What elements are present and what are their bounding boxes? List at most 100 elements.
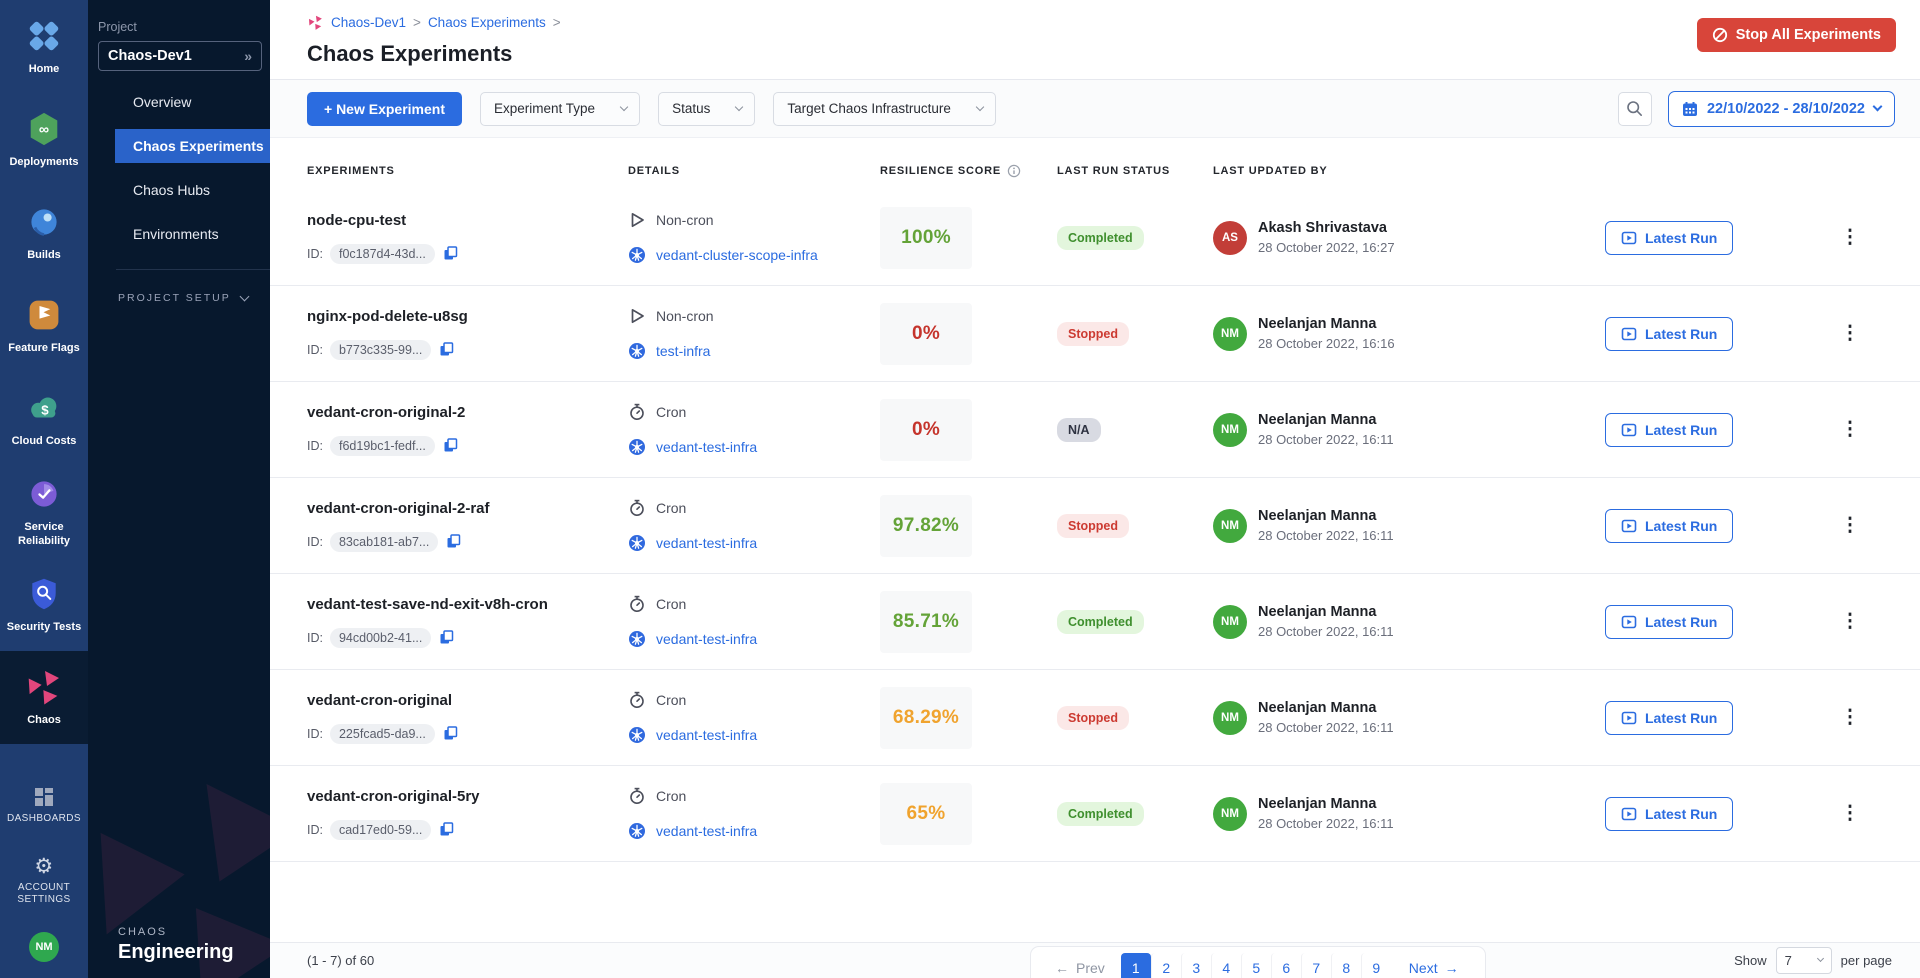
page-button[interactable]: 5	[1241, 953, 1271, 978]
experiment-id-line: ID: 225fcad5-da9...	[307, 724, 628, 744]
chevron-down-icon	[620, 102, 628, 110]
latest-run-button[interactable]: Latest Run	[1605, 701, 1733, 735]
page-button[interactable]: 8	[1331, 953, 1361, 978]
experiment-cell: vedant-cron-original ID: 225fcad5-da9...	[307, 692, 628, 744]
search-button[interactable]	[1618, 92, 1652, 126]
user-name: Neelanjan Manna	[1258, 508, 1394, 524]
table-row: vedant-cron-original-2 ID: f6d19bc1-fedf…	[270, 382, 1920, 478]
row-menu-kebab-icon[interactable]: ⋮	[1805, 612, 1895, 631]
copy-icon[interactable]	[445, 533, 462, 550]
latest-run-button[interactable]: Latest Run	[1605, 413, 1733, 447]
page-button[interactable]: 2	[1151, 953, 1181, 978]
kubernetes-icon	[628, 822, 646, 840]
sidebar-item-overview[interactable]: Overview	[88, 85, 270, 119]
user-name: Neelanjan Manna	[1258, 604, 1394, 620]
info-icon[interactable]	[1007, 164, 1021, 178]
nav-home[interactable]: Home	[0, 0, 88, 93]
infrastructure-link[interactable]: vedant-test-infra	[656, 631, 757, 647]
last-run-status-cell: Completed	[1057, 802, 1213, 826]
page-button[interactable]: 3	[1181, 953, 1211, 978]
run-preview-icon	[1621, 422, 1637, 438]
date-range-picker[interactable]: 22/10/2022 - 28/10/2022	[1668, 91, 1895, 127]
page-button[interactable]: 6	[1271, 953, 1301, 978]
module-brand: CHAOS Engineering	[118, 926, 234, 964]
avatar: NM	[1213, 605, 1247, 639]
experiment-name[interactable]: vedant-cron-original-2	[307, 404, 628, 421]
sidebar-item-chaos-experiments[interactable]: Chaos Experiments	[115, 129, 270, 163]
infrastructure-line: vedant-test-infra	[628, 438, 880, 456]
infrastructure-link[interactable]: vedant-cluster-scope-infra	[656, 247, 818, 263]
stop-all-experiments-button[interactable]: Stop All Experiments	[1697, 18, 1896, 52]
updated-timestamp: 28 October 2022, 16:27	[1258, 240, 1395, 255]
sidebar-item-chaos-hubs[interactable]: Chaos Hubs	[88, 173, 270, 207]
experiment-cell: node-cpu-test ID: f0c187d4-43d...	[307, 212, 628, 264]
infrastructure-link[interactable]: test-infra	[656, 343, 710, 359]
project-selector[interactable]: Chaos-Dev1 »	[98, 41, 262, 71]
nav-deployments[interactable]: ∞ Deployments	[0, 93, 88, 186]
infrastructure-line: vedant-test-infra	[628, 726, 880, 744]
copy-icon[interactable]	[442, 437, 459, 454]
page-button[interactable]: 4	[1211, 953, 1241, 978]
row-menu-kebab-icon[interactable]: ⋮	[1805, 420, 1895, 439]
experiment-name[interactable]: vedant-test-save-nd-exit-v8h-cron	[307, 596, 628, 613]
nav-builds[interactable]: Builds	[0, 186, 88, 279]
filter-status[interactable]: Status	[658, 92, 755, 126]
page-button[interactable]: 1	[1121, 953, 1151, 978]
latest-run-button[interactable]: Latest Run	[1605, 509, 1733, 543]
breadcrumb-page[interactable]: Chaos Experiments	[428, 15, 546, 30]
page-button[interactable]: 9	[1361, 953, 1391, 978]
experiment-name[interactable]: nginx-pod-delete-u8sg	[307, 308, 628, 325]
latest-run-button[interactable]: Latest Run	[1605, 221, 1733, 255]
next-page-button[interactable]: Next →	[1395, 960, 1473, 976]
resilience-score-value: 65%	[880, 783, 972, 845]
experiment-id: 83cab181-ab7...	[330, 532, 438, 552]
copy-icon[interactable]	[442, 725, 459, 742]
user-info: Neelanjan Manna 28 October 2022, 16:11	[1258, 604, 1394, 639]
new-experiment-button[interactable]: + New Experiment	[307, 92, 462, 126]
module-brand-title: Engineering	[118, 941, 234, 964]
page-button[interactable]: 7	[1301, 953, 1331, 978]
experiment-name[interactable]: vedant-cron-original	[307, 692, 628, 709]
filter-target-infrastructure[interactable]: Target Chaos Infrastructure	[773, 92, 996, 126]
experiment-name[interactable]: node-cpu-test	[307, 212, 628, 229]
row-menu-kebab-icon[interactable]: ⋮	[1805, 708, 1895, 727]
row-menu-kebab-icon[interactable]: ⋮	[1805, 228, 1895, 247]
copy-icon[interactable]	[438, 821, 455, 838]
user-name: Neelanjan Manna	[1258, 316, 1395, 332]
action-cell: Latest Run	[1605, 797, 1805, 831]
nav-dashboards[interactable]: DASHBOARDS	[0, 770, 88, 842]
breadcrumb-project[interactable]: Chaos-Dev1	[331, 15, 406, 30]
latest-run-button[interactable]: Latest Run	[1605, 605, 1733, 639]
infrastructure-link[interactable]: vedant-test-infra	[656, 535, 757, 551]
latest-run-button[interactable]: Latest Run	[1605, 797, 1733, 831]
sidebar-item-environments[interactable]: Environments	[88, 217, 270, 251]
experiment-name[interactable]: vedant-cron-original-5ry	[307, 788, 628, 805]
chevron-down-icon	[239, 291, 249, 301]
row-menu-kebab-icon[interactable]: ⋮	[1805, 804, 1895, 823]
prev-page-button[interactable]: ← Prev	[1043, 960, 1117, 976]
avatar: NM	[1213, 797, 1247, 831]
project-setup-toggle[interactable]: PROJECT SETUP	[118, 292, 270, 304]
nav-chaos[interactable]: Chaos	[0, 651, 88, 744]
row-menu-kebab-icon[interactable]: ⋮	[1805, 516, 1895, 535]
id-label: ID:	[307, 535, 323, 549]
infrastructure-link[interactable]: vedant-test-infra	[656, 727, 757, 743]
row-menu-kebab-icon[interactable]: ⋮	[1805, 324, 1895, 343]
infrastructure-link[interactable]: vedant-test-infra	[656, 823, 757, 839]
experiment-name[interactable]: vedant-cron-original-2-raf	[307, 500, 628, 517]
infrastructure-link[interactable]: vedant-test-infra	[656, 439, 757, 455]
nav-account-settings[interactable]: ⚙ ACCOUNT SETTINGS	[0, 842, 88, 920]
nav-security-tests[interactable]: Security Tests	[0, 558, 88, 651]
calendar-icon	[1682, 101, 1698, 117]
user-avatar[interactable]: NM	[29, 932, 59, 962]
nav-cloud-costs[interactable]: $ Cloud Costs	[0, 372, 88, 465]
stopwatch-icon	[628, 787, 646, 805]
nav-feature-flags[interactable]: Feature Flags	[0, 279, 88, 372]
nav-service-reliability[interactable]: Service Reliability	[0, 465, 88, 558]
per-page-select[interactable]: 7	[1776, 947, 1832, 974]
filter-experiment-type[interactable]: Experiment Type	[480, 92, 640, 126]
copy-icon[interactable]	[438, 341, 455, 358]
copy-icon[interactable]	[438, 629, 455, 646]
copy-icon[interactable]	[442, 245, 459, 262]
latest-run-button[interactable]: Latest Run	[1605, 317, 1733, 351]
